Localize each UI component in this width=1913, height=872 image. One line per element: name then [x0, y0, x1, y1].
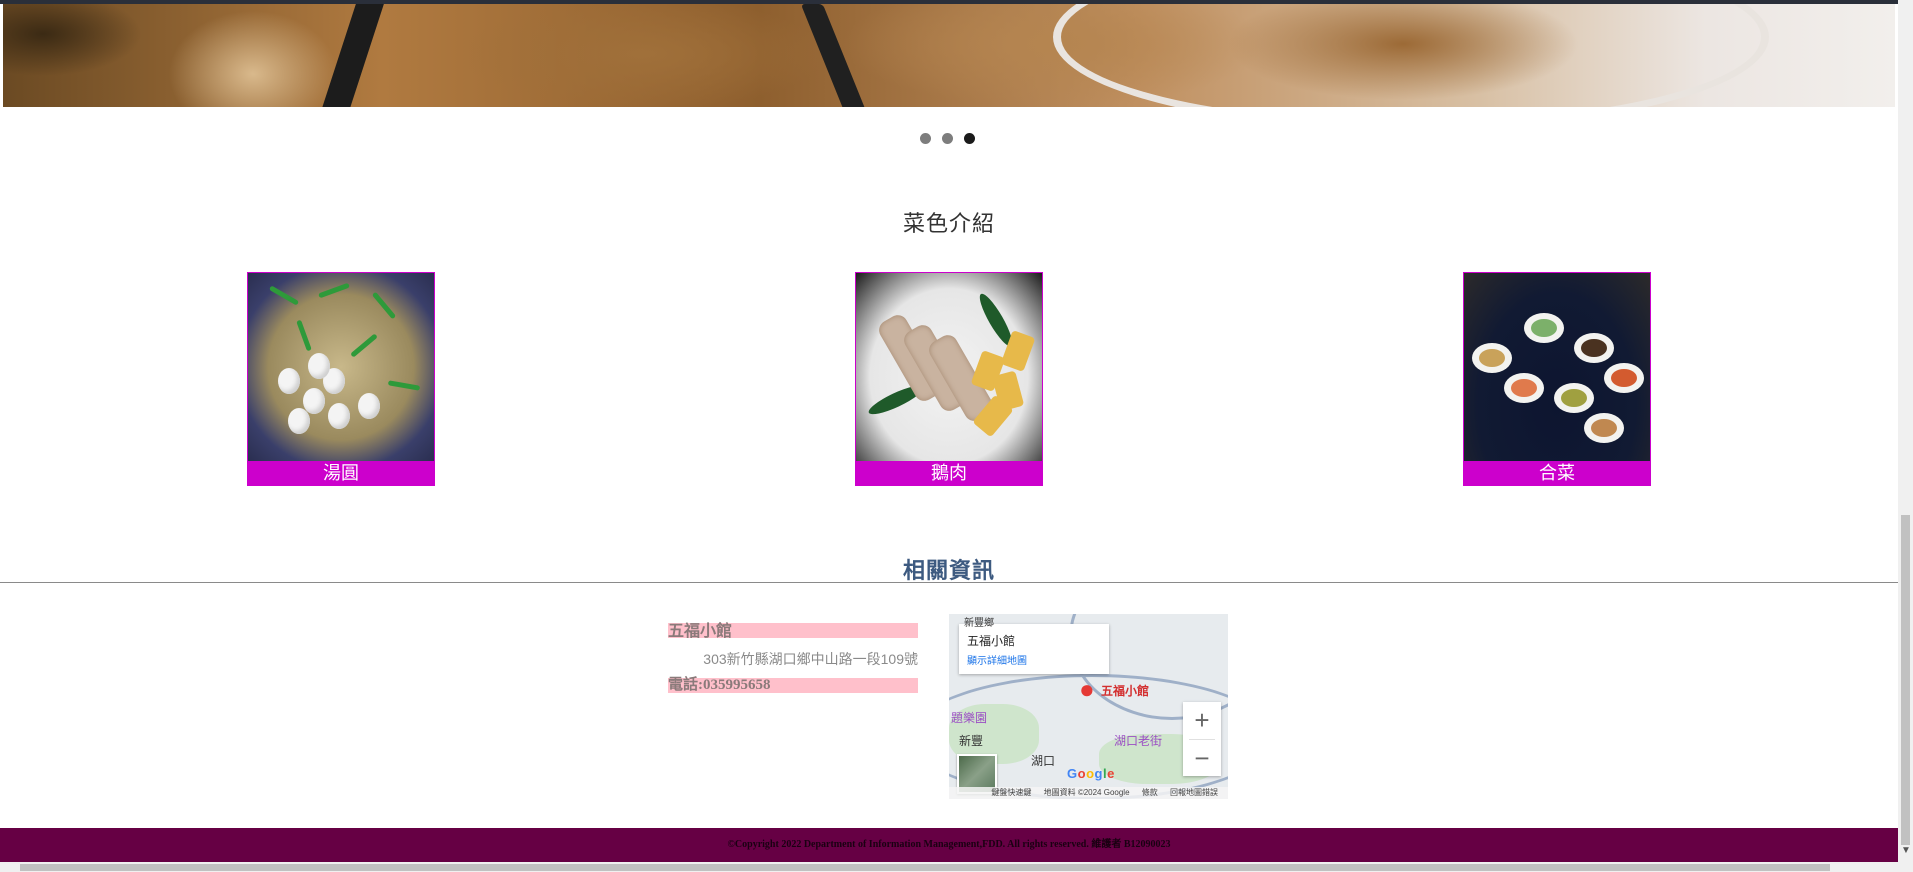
map-report-error-link[interactable]: 回報地圖錯誤: [1170, 788, 1218, 797]
dish-name: 鵝肉: [856, 461, 1042, 485]
dish-card-tangyuan[interactable]: 湯圓: [247, 272, 435, 486]
map-view-larger-link[interactable]: 顯示詳細地圖: [967, 652, 1027, 667]
horizontal-scrollbar-thumb[interactable]: [20, 864, 1830, 871]
map-pin-icon[interactable]: ●: [1079, 676, 1095, 702]
vertical-scrollbar-thumb[interactable]: [1901, 515, 1910, 845]
chopstick-shape: [320, 4, 384, 107]
zoom-out-button[interactable]: −: [1183, 740, 1221, 777]
dish-card-combo[interactable]: 合菜: [1463, 272, 1651, 486]
carousel-dot-2[interactable]: [942, 133, 953, 144]
map-label: 新豐: [959, 734, 984, 748]
carousel-indicators: [920, 133, 975, 144]
chopstick-shape: [800, 4, 868, 107]
plate-shape: [1053, 4, 1769, 107]
map-zoom-controls: + −: [1183, 702, 1221, 776]
page-footer: ©Copyright 2022 Department of Informatio…: [0, 828, 1898, 862]
map-popup-title: 五福小館: [967, 634, 1016, 648]
dish-card-goose[interactable]: 鵝肉: [855, 272, 1043, 486]
map-label: 新豐鄉: [964, 618, 994, 629]
map-pin-label: 五福小館: [1101, 684, 1150, 698]
map-attribution-bar: 鍵盤快速鍵 地圖資料 ©2024 Google 條款 回報地圖錯誤: [949, 787, 1228, 799]
copyright-text: ©Copyright 2022 Department of Informatio…: [727, 839, 1171, 850]
dish-photo-combo: [1464, 273, 1650, 461]
restaurant-address: 303新竹縣湖口鄉中山路一段109號: [703, 651, 918, 667]
map-label: 湖口: [1031, 754, 1056, 768]
dish-name: 合菜: [1464, 461, 1650, 485]
scroll-down-arrow-icon[interactable]: ▼: [1901, 845, 1911, 856]
dish-name: 湯圓: [248, 461, 434, 485]
map-info-popup: 五福小館 顯示詳細地圖: [959, 624, 1109, 674]
carousel-dot-1[interactable]: [920, 133, 931, 144]
info-section-title: 相關資訊: [902, 558, 995, 583]
google-logo: Google: [1067, 766, 1115, 781]
restaurant-phone: 電話:035995658: [668, 678, 918, 693]
embedded-map[interactable]: 五福小館 顯示詳細地圖 ● 五福小館 湖口老街 新豐 湖口 題樂園 新豐鄉 + …: [949, 614, 1228, 799]
dish-photo-goose: [856, 273, 1042, 461]
vertical-scrollbar[interactable]: ▼: [1898, 0, 1913, 872]
map-label: 題樂園: [951, 711, 988, 725]
map-label: 湖口老街: [1114, 734, 1163, 748]
section-divider: [0, 582, 1898, 583]
map-data-credit: 地圖資料 ©2024 Google: [1043, 788, 1130, 797]
dish-photo-tangyuan: [248, 273, 434, 461]
hero-carousel-image[interactable]: [3, 4, 1895, 107]
map-terms-link[interactable]: 條款: [1142, 788, 1158, 797]
map-keyboard-shortcuts[interactable]: 鍵盤快速鍵: [991, 788, 1031, 797]
zoom-in-button[interactable]: +: [1183, 702, 1221, 739]
horizontal-scrollbar[interactable]: [0, 862, 1898, 872]
menu-section-title: 菜色介紹: [902, 211, 995, 236]
restaurant-name: 五福小館: [668, 623, 918, 639]
carousel-dot-3[interactable]: [964, 133, 975, 144]
